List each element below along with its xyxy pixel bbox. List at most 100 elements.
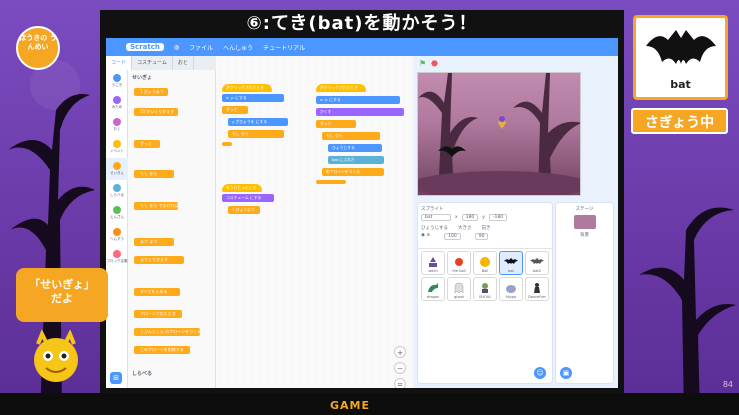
status-badge: さぎょう中 bbox=[631, 108, 728, 134]
tab-sounds[interactable]: おと bbox=[173, 56, 194, 70]
sprite-tile[interactable]: ghost bbox=[447, 277, 471, 301]
sprite-label: スプライト bbox=[421, 207, 444, 212]
x-input[interactable]: 180 bbox=[461, 214, 479, 221]
sprite-tile[interactable]: DanceFrer bbox=[525, 277, 549, 301]
code-block[interactable]: bat にふれた bbox=[328, 156, 384, 164]
scratch-screenshot: Scratch ◍ ファイル へんしゅう チュートリアル コード コスチューム … bbox=[100, 38, 624, 394]
category-motion[interactable]: うごき bbox=[106, 70, 128, 92]
bat-icon bbox=[504, 258, 518, 264]
palette-block-if-else[interactable]: もし なら でなければ bbox=[134, 202, 178, 210]
sprite-properties: スプライト bat x 180 y -180 ひょうじする 大きさ 向き ◉ ⊘… bbox=[418, 203, 552, 249]
code-block[interactable]: がクリックされたとき bbox=[222, 84, 272, 92]
category-dot bbox=[113, 250, 121, 258]
sprite-list: witch fire ball Ball bat bat2 dragon gho… bbox=[421, 251, 549, 301]
tree-right-decoration bbox=[639, 207, 736, 415]
fireball-icon bbox=[455, 258, 463, 266]
category-sound[interactable]: おと bbox=[106, 114, 128, 136]
size-input[interactable]: 100 bbox=[444, 233, 461, 240]
editor-tabs: コード コスチューム おと bbox=[106, 56, 216, 70]
code-block[interactable]: かくす bbox=[316, 108, 404, 116]
ball-icon bbox=[480, 257, 490, 267]
speech-bubble: 「せいぎょ」 だよ bbox=[16, 268, 108, 322]
category-operators[interactable]: えんざん bbox=[106, 202, 128, 224]
direction-input[interactable]: 90 bbox=[474, 233, 489, 240]
category-events[interactable]: イベント bbox=[106, 136, 128, 158]
code-block[interactable]: がクリックされたとき bbox=[316, 84, 366, 92]
code-block[interactable]: ずっと bbox=[222, 106, 248, 114]
palette-block-if[interactable]: もし なら bbox=[134, 170, 174, 178]
footer-logo: GAME bbox=[330, 399, 371, 412]
zoom-out-button[interactable]: − bbox=[394, 362, 406, 374]
palette-block-clone-start[interactable]: クローンされたとき bbox=[134, 310, 182, 318]
y-input[interactable]: -180 bbox=[488, 214, 508, 221]
code-block[interactable]: y ざひょうを にする bbox=[228, 118, 288, 126]
stage-canvas[interactable] bbox=[417, 72, 581, 196]
sprite-name-input[interactable]: bat bbox=[421, 214, 451, 221]
category-control[interactable]: せいぎょ bbox=[106, 158, 128, 180]
code-block[interactable]: のクローンをつくる bbox=[322, 168, 384, 176]
palette-block-wait[interactable]: 1 びょうまつ bbox=[134, 88, 168, 96]
code-block[interactable]: x: y: にする bbox=[222, 94, 284, 102]
add-sprite-button[interactable]: ☺ bbox=[534, 367, 546, 379]
menu-file[interactable]: ファイル bbox=[189, 43, 213, 52]
category-looks[interactable]: みため bbox=[106, 92, 128, 114]
palette-block-stop[interactable]: すべてを止める bbox=[134, 288, 180, 296]
category-dot bbox=[113, 206, 121, 214]
eye-icon[interactable]: ◉ ⊘ bbox=[421, 233, 430, 240]
slide-title: ⑥:てき(bat)を動かそう！ bbox=[100, 10, 624, 38]
add-backdrop-button[interactable]: ▣ bbox=[560, 367, 572, 379]
stage-selector[interactable]: ステージ 背景 ▣ bbox=[555, 202, 614, 384]
x-label: x bbox=[455, 215, 458, 220]
page-number: 84 bbox=[722, 380, 733, 389]
stage-thumbnail[interactable] bbox=[573, 215, 596, 229]
palette-title-sensing: しらべる bbox=[132, 371, 153, 377]
code-block[interactable]: をうけとったとき bbox=[222, 184, 262, 192]
category-dot bbox=[113, 74, 121, 82]
code-area[interactable]: がクリックされたとき x: y: にする ずっと y ざひょうを にする もし … bbox=[216, 56, 413, 388]
extension-button[interactable]: ⊞ bbox=[110, 372, 122, 384]
sprite-tile[interactable]: dragon bbox=[421, 277, 445, 301]
category-dot bbox=[113, 96, 121, 104]
globe-icon[interactable]: ◍ bbox=[174, 44, 179, 51]
stop-icon[interactable]: ⬣ bbox=[431, 59, 438, 68]
palette-block-create-clone[interactable]: じぶんじしん のクローンをつくる bbox=[134, 328, 200, 336]
sprite-tile[interactable]: Ball bbox=[473, 251, 497, 275]
sprite-tile[interactable]: Hippo bbox=[499, 277, 523, 301]
sprite-tile-selected[interactable]: bat bbox=[499, 251, 523, 275]
code-block[interactable]: コスチューム にする bbox=[222, 194, 274, 202]
code-block[interactable]: 1 びょうまつ bbox=[228, 206, 260, 214]
category-dot bbox=[113, 162, 121, 170]
tab-code[interactable]: コード bbox=[106, 56, 133, 70]
block-palette: せいぎょ 1 びょうまつ 10 かいくりかえす ずっと もし なら もし なら … bbox=[128, 70, 216, 388]
category-variables[interactable]: へんすう bbox=[106, 224, 128, 246]
code-block[interactable]: もし なら bbox=[228, 130, 284, 138]
code-block[interactable]: x: y: にする bbox=[316, 96, 400, 104]
hippo-icon bbox=[506, 285, 516, 293]
palette-block-repeat[interactable]: 10 かいくりかえす bbox=[134, 108, 178, 116]
sprite-tile[interactable]: GHOUL bbox=[473, 277, 497, 301]
green-flag-icon[interactable]: ⚑ bbox=[419, 59, 426, 68]
zoom-in-button[interactable]: + bbox=[394, 346, 406, 358]
sprite-tile[interactable]: witch bbox=[421, 251, 445, 275]
haunted-forest-backdrop bbox=[418, 73, 580, 195]
backdrops-label: 背景 bbox=[580, 233, 589, 238]
tab-costumes[interactable]: コスチューム bbox=[132, 56, 173, 70]
ghost-icon bbox=[454, 282, 464, 294]
code-block[interactable]: ひょうじする bbox=[328, 144, 382, 152]
palette-block-forever[interactable]: ずっと bbox=[134, 140, 160, 148]
menu-edit[interactable]: へんしゅう bbox=[223, 43, 253, 52]
sprite-tile[interactable]: fire ball bbox=[447, 251, 471, 275]
code-block[interactable]: もし なら bbox=[322, 132, 380, 140]
code-block[interactable]: ずっと bbox=[316, 120, 356, 128]
scratch-logo[interactable]: Scratch bbox=[126, 43, 164, 51]
witch-icon bbox=[429, 257, 437, 267]
zoom-reset-button[interactable]: = bbox=[394, 378, 406, 388]
category-my-blocks[interactable]: ブロック定義 bbox=[106, 246, 128, 268]
palette-block-delete-clone[interactable]: このクローンを削除する bbox=[134, 346, 190, 354]
palette-block-wait-until[interactable]: まで まつ bbox=[134, 238, 174, 246]
sprite-tile[interactable]: bat2 bbox=[525, 251, 549, 275]
palette-block-repeat-until[interactable]: までくりかえす bbox=[134, 256, 184, 264]
menu-tutorial[interactable]: チュートリアル bbox=[263, 43, 305, 52]
category-sensing[interactable]: しらべる bbox=[106, 180, 128, 202]
bubble-line-2: だよ bbox=[51, 292, 73, 305]
